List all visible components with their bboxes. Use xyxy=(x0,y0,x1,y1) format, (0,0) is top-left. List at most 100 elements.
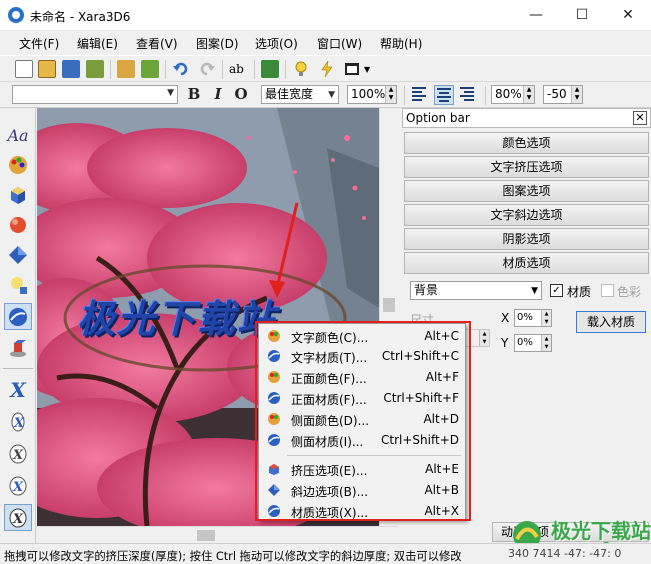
zoom-value: 100% xyxy=(351,87,386,101)
menu-design[interactable]: 图案(D) xyxy=(196,35,239,52)
zoom-input[interactable]: 100% ▲ ▼ xyxy=(347,85,397,104)
scrollbar-thumb[interactable] xyxy=(383,298,395,312)
menu-item-shortcut: Alt+B xyxy=(424,483,459,497)
shadow-icon[interactable] xyxy=(4,334,32,361)
maximize-button[interactable]: ☐ xyxy=(559,0,605,30)
animation-x-icon-2[interactable]: X xyxy=(4,408,32,435)
redo-icon[interactable] xyxy=(198,60,216,78)
menu-item-front-texture[interactable]: 正面材质(F)... Ctrl+Shift+F xyxy=(261,388,465,408)
animation-x-icon-1[interactable]: X xyxy=(4,376,32,403)
menu-help[interactable]: 帮助(H) xyxy=(380,35,422,52)
spin-updown-icon[interactable]: ▲ ▼ xyxy=(385,86,396,103)
section-shadow-options[interactable]: 阴影选项 xyxy=(404,228,649,250)
animation-x-icon-5[interactable]: X xyxy=(4,504,32,531)
width-mode-select[interactable]: 最佳宽度 ▼ xyxy=(261,85,339,104)
texture-checkbox-label: 材质 xyxy=(567,285,592,299)
menu-item-side-texture[interactable]: 侧面材质(I)... Ctrl+Shift+D xyxy=(261,430,465,450)
shape-sphere-icon[interactable] xyxy=(4,211,32,238)
animation-icon[interactable] xyxy=(261,60,279,78)
svg-text:X: X xyxy=(12,512,24,527)
menu-item-shortcut: Alt+E xyxy=(425,462,459,476)
extrude-cube-icon[interactable] xyxy=(4,181,32,208)
view-dropdown-arrow-icon[interactable]: ▼ xyxy=(364,65,370,74)
menu-item-side-color[interactable]: 侧面颜色(D)... Alt+D xyxy=(261,409,465,429)
open-folder-icon[interactable] xyxy=(38,60,56,78)
menu-item-label: 斜边选项(B)... xyxy=(291,485,369,499)
menu-item-front-color[interactable]: 正面颜色(F)... Alt+F xyxy=(261,367,465,387)
menu-bar: 文件(F) 编辑(E) 查看(V) 图案(D) 选项(O) 窗口(W) 帮助(H… xyxy=(0,31,651,55)
export-image-icon[interactable] xyxy=(86,60,104,78)
menu-item-label: 文字材质(T)... xyxy=(291,351,368,365)
3d-text-object[interactable]: 极光下载站 xyxy=(77,288,277,343)
menu-view[interactable]: 查看(V) xyxy=(136,35,178,52)
menu-item-texture-options[interactable]: 材质选项(X)... Alt+X xyxy=(261,501,465,521)
lightning-icon[interactable] xyxy=(318,60,336,78)
menu-window[interactable]: 窗口(W) xyxy=(317,35,362,52)
minimize-button[interactable]: — xyxy=(513,0,559,30)
animation-x-icon-4[interactable]: X xyxy=(4,472,32,499)
menu-options[interactable]: 选项(O) xyxy=(255,35,298,52)
light-bulb-icon[interactable] xyxy=(4,271,32,298)
section-text-bevel-options[interactable]: 文字斜边选项 xyxy=(404,204,649,226)
texture-globe-icon xyxy=(268,434,280,446)
text-edit-icon[interactable]: ab xyxy=(229,60,247,78)
x-offset-value: 0% xyxy=(517,312,533,323)
texture-globe-icon[interactable] xyxy=(4,303,32,330)
new-file-icon[interactable] xyxy=(15,60,33,78)
color-checkbox[interactable] xyxy=(601,284,614,297)
spin-updown-icon[interactable]: ▲ ▼ xyxy=(523,86,534,103)
align-center-button[interactable] xyxy=(434,85,454,105)
x-offset-input[interactable]: 0% ▲ ▼ xyxy=(514,309,552,327)
section-design-options[interactable]: 图案选项 xyxy=(404,180,649,202)
spacing-input[interactable]: 80% ▲ ▼ xyxy=(491,85,535,104)
menu-edit[interactable]: 编辑(E) xyxy=(77,35,118,52)
extrude-cube-icon xyxy=(269,464,279,475)
spin-updown-icon[interactable]: ▲ ▼ xyxy=(541,310,551,326)
color-palette-icon[interactable] xyxy=(4,151,32,178)
close-button[interactable]: ✕ xyxy=(605,0,651,30)
align-right-button[interactable] xyxy=(458,85,478,105)
menu-item-shortcut: Ctrl+Shift+F xyxy=(383,391,459,405)
scrollbar-thumb[interactable] xyxy=(197,530,215,541)
texture-checkbox[interactable]: ✓ xyxy=(550,284,563,297)
main-toolbar: ab ▼ xyxy=(0,55,651,82)
spin-updown-icon[interactable]: ▲ ▼ xyxy=(479,330,489,346)
menu-item-label: 文字颜色(C)... xyxy=(291,331,369,345)
section-color-options[interactable]: 颜色选项 xyxy=(404,132,649,154)
section-texture-options[interactable]: 材质选项 xyxy=(404,252,649,274)
window-view-icon[interactable] xyxy=(343,60,361,78)
menu-item-extrude-options[interactable]: 挤压选项(E)... Alt+E xyxy=(261,459,465,479)
outline-button[interactable]: O xyxy=(231,84,251,104)
section-animation-options[interactable]: 动画选项 xyxy=(492,522,649,542)
offset-input[interactable]: -50 ▲ ▼ xyxy=(543,85,583,104)
menu-file[interactable]: 文件(F) xyxy=(19,35,59,52)
texture-target-select[interactable]: 背景 ▼ xyxy=(410,281,542,300)
align-left-button[interactable] xyxy=(410,85,430,105)
import-icon[interactable] xyxy=(117,60,135,78)
save-icon[interactable] xyxy=(62,60,80,78)
offset-value: -50 xyxy=(547,87,567,101)
spin-updown-icon[interactable]: ▲ ▼ xyxy=(541,335,551,351)
menu-item-bevel-options[interactable]: 斜边选项(B)... Alt+B xyxy=(261,480,465,500)
light-bulb-icon[interactable] xyxy=(292,60,310,78)
menu-item-label: 侧面颜色(D)... xyxy=(291,414,370,428)
animation-x-icon-3[interactable]: X xyxy=(4,440,32,467)
bevel-diamond-icon[interactable] xyxy=(4,241,32,268)
spin-updown-icon[interactable]: ▲ ▼ xyxy=(571,86,582,103)
menu-item-text-texture[interactable]: 文字材质(T)... Ctrl+Shift+C xyxy=(261,346,465,366)
font-select[interactable]: ▼ xyxy=(12,85,178,104)
horizontal-scrollbar[interactable] xyxy=(37,526,397,543)
undo-icon[interactable] xyxy=(172,60,190,78)
texture-target-value: 背景 xyxy=(414,283,439,297)
menu-item-text-color[interactable]: 文字颜色(C)... Alt+C xyxy=(261,326,465,346)
load-texture-button[interactable]: 载入材质 xyxy=(576,311,646,333)
section-text-extrude-options[interactable]: 文字挤压选项 xyxy=(404,156,649,178)
menu-item-shortcut: Alt+X xyxy=(424,504,459,518)
text-tool-icon[interactable]: Aa xyxy=(4,122,32,149)
menu-item-label: 正面颜色(F)... xyxy=(291,372,367,386)
italic-button[interactable]: I xyxy=(208,84,228,104)
bold-button[interactable]: B xyxy=(184,84,204,104)
y-offset-input[interactable]: 0% ▲ ▼ xyxy=(514,334,552,352)
close-icon[interactable]: ✕ xyxy=(633,111,647,125)
export-icon[interactable] xyxy=(141,60,159,78)
